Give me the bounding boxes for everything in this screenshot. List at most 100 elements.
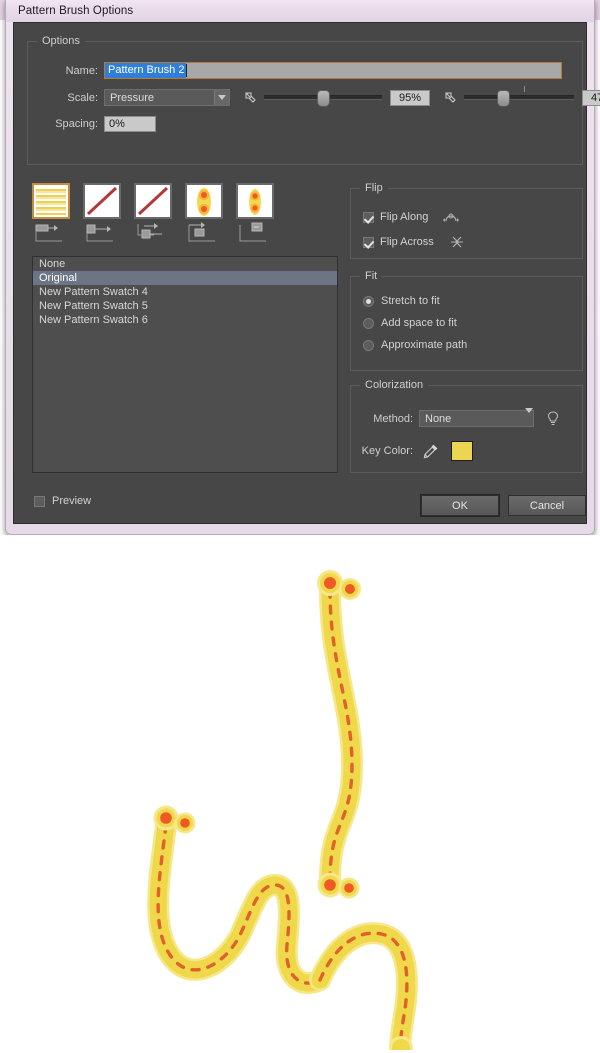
- fit-stretch-label: Stretch to fit: [381, 295, 440, 307]
- flip-group-legend: Flip: [360, 182, 388, 194]
- brush-name-value: Pattern Brush 2: [105, 63, 187, 78]
- fit-approximate-radio[interactable]: [363, 339, 374, 351]
- tile-cell-start: [185, 183, 223, 250]
- spacing-label: Spacing:: [55, 118, 98, 130]
- eyedropper-icon[interactable]: [423, 443, 439, 459]
- flip-across-label: Flip Across: [380, 236, 434, 248]
- flip-group: Flip Flip Along Flip Across: [350, 182, 583, 259]
- list-item[interactable]: None: [33, 257, 337, 271]
- spacing-input[interactable]: 0%: [104, 116, 156, 132]
- scale-dropdown-value: Pressure: [110, 91, 155, 104]
- fit-add-space-radio[interactable]: [363, 317, 374, 329]
- chevron-down-icon: [525, 407, 533, 425]
- flip-along-label: Flip Along: [380, 211, 429, 223]
- inner-corner-tile-position-icon: [137, 223, 162, 239]
- end-tile-position-icon: [239, 222, 266, 242]
- colorization-method-label: Method:: [373, 412, 413, 425]
- options-group-legend: Options: [37, 35, 85, 47]
- flip-along-preview-icon: [443, 213, 460, 222]
- cap-dot: [345, 584, 355, 594]
- cap-dot: [160, 812, 172, 824]
- name-row: Name: Pattern Brush 2: [38, 62, 562, 79]
- fit-option-approximate[interactable]: Approximate path: [363, 339, 467, 351]
- scale-row: Scale: Pressure 95% 4: [38, 86, 600, 107]
- preview-row: Preview: [34, 495, 91, 507]
- tile-cell-side: [32, 183, 70, 250]
- tile-button-side[interactable]: [32, 183, 70, 219]
- cap-dot: [324, 577, 336, 589]
- fit-option-add-space[interactable]: Add space to fit: [363, 317, 457, 329]
- tile-button-start[interactable]: [185, 183, 223, 219]
- illustration-canvas: [0, 535, 600, 1053]
- scale-max-slider-unit: 47%: [444, 86, 600, 107]
- tips-lightbulb-icon[interactable]: [546, 410, 560, 427]
- flip-across-checkbox[interactable]: [363, 236, 374, 248]
- colorization-method-value: None: [425, 412, 452, 425]
- fit-approximate-label: Approximate path: [381, 339, 468, 351]
- scale-dropdown[interactable]: Pressure: [104, 89, 230, 106]
- colorization-group: Colorization Method: None Key Color:: [350, 379, 583, 473]
- tile-cell-end: [236, 183, 274, 250]
- list-item[interactable]: New Pattern Swatch 4: [33, 285, 337, 299]
- artwork-path-left: [147, 805, 331, 995]
- artwork-path-bottom: [309, 922, 418, 1053]
- flip-across-preview-icon: [450, 236, 463, 248]
- chevron-down-icon: [214, 90, 229, 105]
- start-tile-position-icon: [188, 222, 215, 242]
- scale-min-slider-unit: 95%: [244, 89, 430, 107]
- fit-group-legend: Fit: [360, 270, 383, 282]
- stylus-pressure-icon: [245, 92, 256, 103]
- outer-corner-tile-position-icon: [86, 224, 113, 242]
- scale-min-slider-track[interactable]: [264, 90, 382, 107]
- scale-min-slider-knob[interactable]: [317, 90, 330, 107]
- side-tile-position-icon: [35, 224, 62, 242]
- key-color-label: Key Color:: [361, 445, 413, 457]
- scale-max-slider-knob[interactable]: [497, 90, 510, 107]
- dialog-title: Pattern Brush Options: [18, 5, 134, 17]
- cancel-button[interactable]: Cancel: [508, 495, 586, 516]
- preview-label: Preview: [52, 495, 92, 507]
- brush-name-input[interactable]: Pattern Brush 2: [104, 62, 562, 79]
- cap-dot: [344, 883, 354, 893]
- scale-max-slider-track[interactable]: [464, 86, 574, 107]
- path-inner-stroke: [311, 924, 416, 1053]
- pattern-swatch-list[interactable]: None Original New Pattern Swatch 4 New P…: [32, 256, 338, 473]
- fit-option-stretch[interactable]: Stretch to fit: [363, 295, 440, 307]
- colorization-method-row: Method: None: [365, 407, 560, 427]
- text-caret: [186, 64, 188, 77]
- name-label: Name:: [65, 64, 98, 77]
- scale-max-value[interactable]: 47%: [582, 89, 600, 106]
- tile-button-outer-corner[interactable]: [83, 183, 121, 219]
- fit-stretch-radio[interactable]: [363, 295, 374, 307]
- pattern-brush-artwork: [147, 570, 418, 1053]
- tile-button-inner-corner[interactable]: [134, 183, 172, 219]
- fit-add-space-label: Add space to fit: [381, 317, 457, 329]
- flip-along-row: Flip Along: [363, 209, 460, 225]
- tile-strip: [32, 183, 274, 250]
- stylus-pressure-icon: [445, 92, 456, 103]
- key-color-swatch[interactable]: [451, 441, 473, 461]
- pattern-brush-options-dialog: Pattern Brush Options Options Name: Patt…: [5, 0, 600, 535]
- colorization-method-dropdown[interactable]: None: [419, 407, 534, 427]
- cap-dot: [180, 818, 190, 828]
- list-item[interactable]: Original: [33, 271, 337, 285]
- scale-min-value[interactable]: 95%: [390, 89, 430, 106]
- flip-along-checkbox[interactable]: [363, 211, 374, 223]
- dots-pattern-thumbnail: [197, 188, 211, 216]
- colorization-group-legend: Colorization: [360, 379, 429, 391]
- fit-group: Fit Stretch to fit Add space to fit Appr…: [350, 270, 583, 371]
- cap-dot: [324, 879, 336, 891]
- list-item[interactable]: New Pattern Swatch 5: [33, 299, 337, 313]
- tile-cell-inner-corner: [134, 183, 172, 250]
- list-item[interactable]: New Pattern Swatch 6: [33, 313, 337, 327]
- scale-label: Scale:: [67, 91, 98, 104]
- artwork-path-top: [317, 570, 364, 899]
- slider-tick-mark: [524, 86, 525, 92]
- dialog-titlebar[interactable]: Pattern Brush Options: [6, 0, 594, 22]
- no-tile-icon: [86, 186, 118, 216]
- options-group: Options Name: Pattern Brush 2 Scale: Pre…: [27, 35, 600, 165]
- flip-across-row: Flip Across: [363, 234, 466, 250]
- ok-button[interactable]: OK: [421, 495, 499, 516]
- tile-button-end[interactable]: [236, 183, 274, 219]
- preview-checkbox[interactable]: [34, 495, 45, 507]
